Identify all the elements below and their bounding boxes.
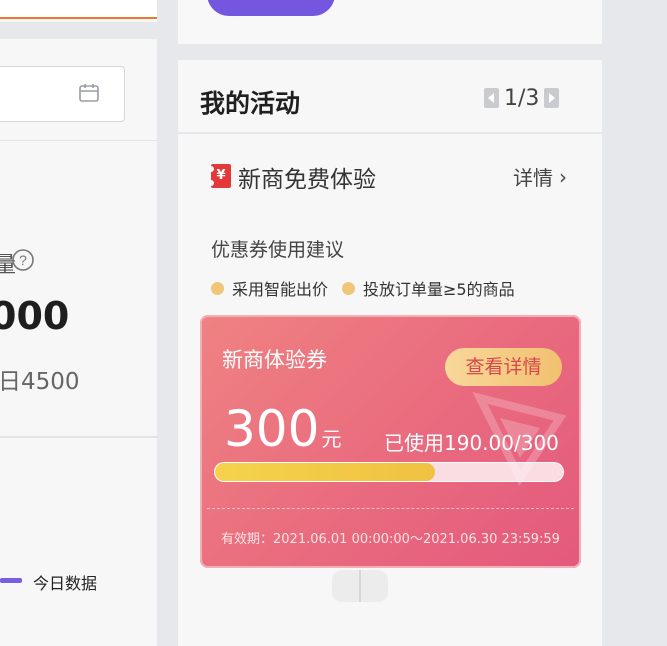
legend-swatch xyxy=(0,578,22,583)
divider xyxy=(178,132,602,134)
promo-title: 新商免费体验 xyxy=(238,167,376,193)
bullet-dot-icon xyxy=(342,281,356,295)
usage-progress-fill xyxy=(215,463,436,481)
bullet-dot-icon xyxy=(211,281,224,295)
tip-text: 采用智能出价 xyxy=(232,280,329,299)
left-panel: 量 ? 000 日4500 今日数据 xyxy=(0,0,157,646)
pager-text: 1/3 xyxy=(504,85,540,111)
help-icon[interactable]: ? xyxy=(11,248,35,272)
validity-text: 有效期：2021.06.01 00:00:00～2021.06.30 23:59… xyxy=(221,532,560,547)
panel-gap xyxy=(0,22,157,39)
details-label: 详情 xyxy=(513,166,553,190)
pager: 1/3 xyxy=(484,85,560,111)
metric-compare: 日4500 xyxy=(0,369,80,395)
divider xyxy=(0,436,157,438)
coupon-name: 新商体验券 xyxy=(222,348,327,372)
usage-text: 已使用190.00/300 xyxy=(384,431,559,455)
prev-page-icon[interactable] xyxy=(484,88,499,108)
carousel-dot[interactable] xyxy=(332,570,361,602)
coupon-ticket-icon: ¥ xyxy=(208,164,231,188)
details-link[interactable]: 详情 › xyxy=(513,162,567,191)
suggestion-tips: 采用智能出价 投放订单量≥5的商品 xyxy=(211,276,529,300)
tip-text: 投放订单量≥5的商品 xyxy=(363,280,515,299)
svg-text:?: ? xyxy=(19,252,27,268)
view-details-button[interactable]: 查看详情 xyxy=(445,348,562,386)
tip-item: 采用智能出价 xyxy=(211,276,328,300)
selected-field-outline[interactable] xyxy=(0,0,157,19)
carousel-dot[interactable] xyxy=(361,570,388,602)
amount-unit: 元 xyxy=(321,427,342,451)
amount-value: 300 xyxy=(224,400,320,458)
coupon-amount: 300 元 xyxy=(224,400,341,458)
metric-value: 000 xyxy=(0,294,70,338)
usage-progress-bar xyxy=(214,462,564,482)
card-title: 我的活动 xyxy=(200,89,301,118)
primary-button[interactable] xyxy=(207,0,335,16)
carousel-indicator[interactable] xyxy=(332,570,388,602)
next-page-icon[interactable] xyxy=(544,88,560,108)
tip-item: 投放订单量≥5的商品 xyxy=(342,276,515,300)
suggestion-title: 优惠券使用建议 xyxy=(211,239,345,261)
dashed-divider xyxy=(207,508,574,509)
calendar-icon[interactable] xyxy=(78,82,100,104)
divider xyxy=(0,140,157,141)
legend-label: 今日数据 xyxy=(33,574,98,593)
chevron-right-icon: › xyxy=(559,164,567,189)
date-picker-input[interactable] xyxy=(0,66,125,122)
